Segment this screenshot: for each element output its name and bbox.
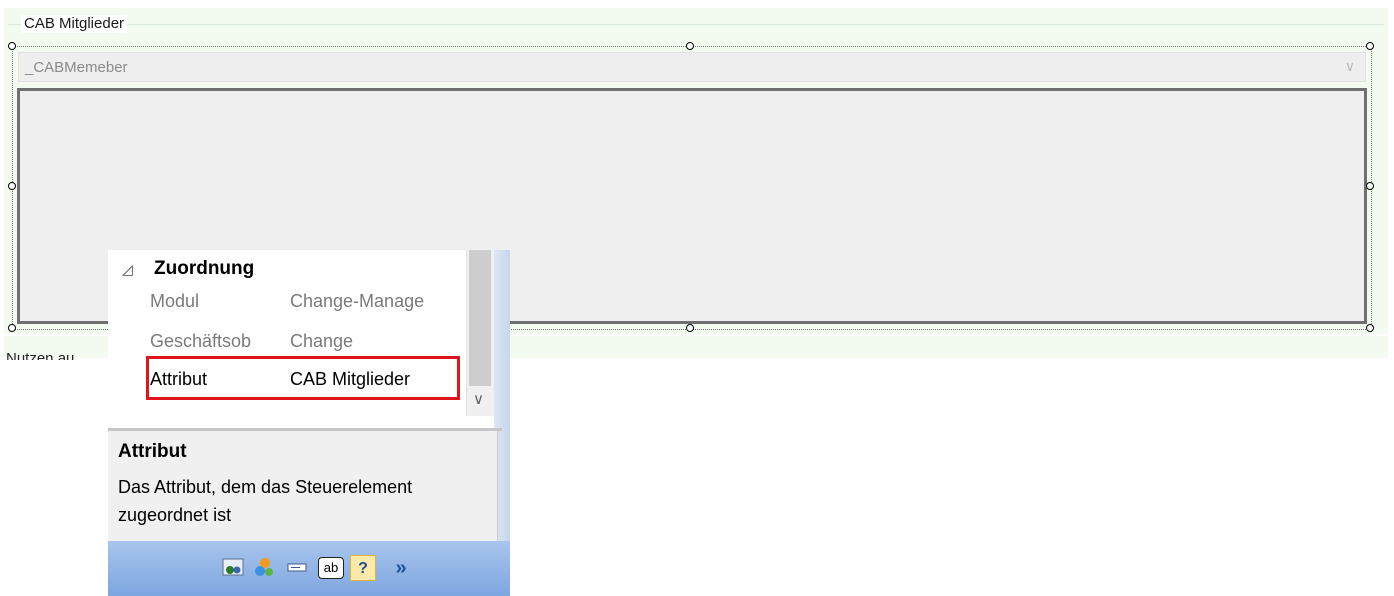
resize-handle-top-center[interactable] (686, 42, 694, 50)
property-value: Change (290, 331, 354, 351)
description-title: Attribut (118, 441, 187, 462)
group-box-title-line (8, 24, 1384, 25)
scroll-down-icon[interactable]: ∨ (473, 390, 484, 408)
description-pane: Attribut Das Attribut, dem das Steuerele… (108, 431, 498, 541)
collapse-triangle-icon[interactable]: ◿ (122, 252, 133, 286)
scrollbar-thumb[interactable] (469, 250, 491, 386)
resize-handle-top-right[interactable] (1366, 42, 1374, 50)
property-name: Modul (150, 291, 200, 311)
chevron-down-icon[interactable]: ∨ (1345, 58, 1355, 75)
designer-toolbar: ab ? » (108, 541, 510, 596)
shapes-icon[interactable] (252, 555, 278, 581)
property-row-modul[interactable]: Modul Change-Manage (108, 286, 466, 316)
combobox-value: _CABMemeber (25, 59, 128, 76)
description-text: Das Attribut, dem das Steuerelement zuge… (118, 477, 413, 525)
next-group-label: Nutzen au (6, 350, 75, 360)
resize-handle-bottom-right[interactable] (1366, 324, 1374, 332)
resize-handle-middle-left[interactable] (8, 182, 16, 190)
category-zuordnung[interactable]: ◿ Zuordnung (108, 252, 466, 286)
ab-icon[interactable]: ab (318, 557, 344, 579)
property-panel: ◿ Zuordnung Modul Change-Manage Geschäft… (108, 250, 510, 596)
property-grid-scrollbar[interactable]: ∨ (466, 250, 494, 416)
property-value: Change-Manage (290, 291, 425, 311)
cab-member-combobox[interactable]: _CABMemeber ∨ (18, 52, 1366, 82)
property-grid: ◿ Zuordnung Modul Change-Manage Geschäft… (108, 250, 466, 404)
property-name: Geschäftsob (150, 331, 252, 351)
resize-handle-top-left[interactable] (8, 42, 16, 50)
group-box-title: CAB Mitglieder (21, 15, 128, 33)
resize-handle-bottom-left[interactable] (8, 324, 16, 332)
category-label: Zuordnung (154, 258, 255, 279)
user-group-icon[interactable] (220, 555, 246, 581)
text-field-icon[interactable] (284, 555, 310, 581)
resize-handle-middle-right[interactable] (1366, 182, 1374, 190)
attribute-highlight-box (146, 356, 460, 400)
property-row-geschaeftsobjekt[interactable]: Geschäftsob Change (108, 326, 466, 356)
resize-handle-bottom-center[interactable] (686, 324, 694, 332)
expand-icon[interactable]: » (388, 555, 414, 581)
help-form-icon[interactable]: ? (350, 555, 376, 581)
